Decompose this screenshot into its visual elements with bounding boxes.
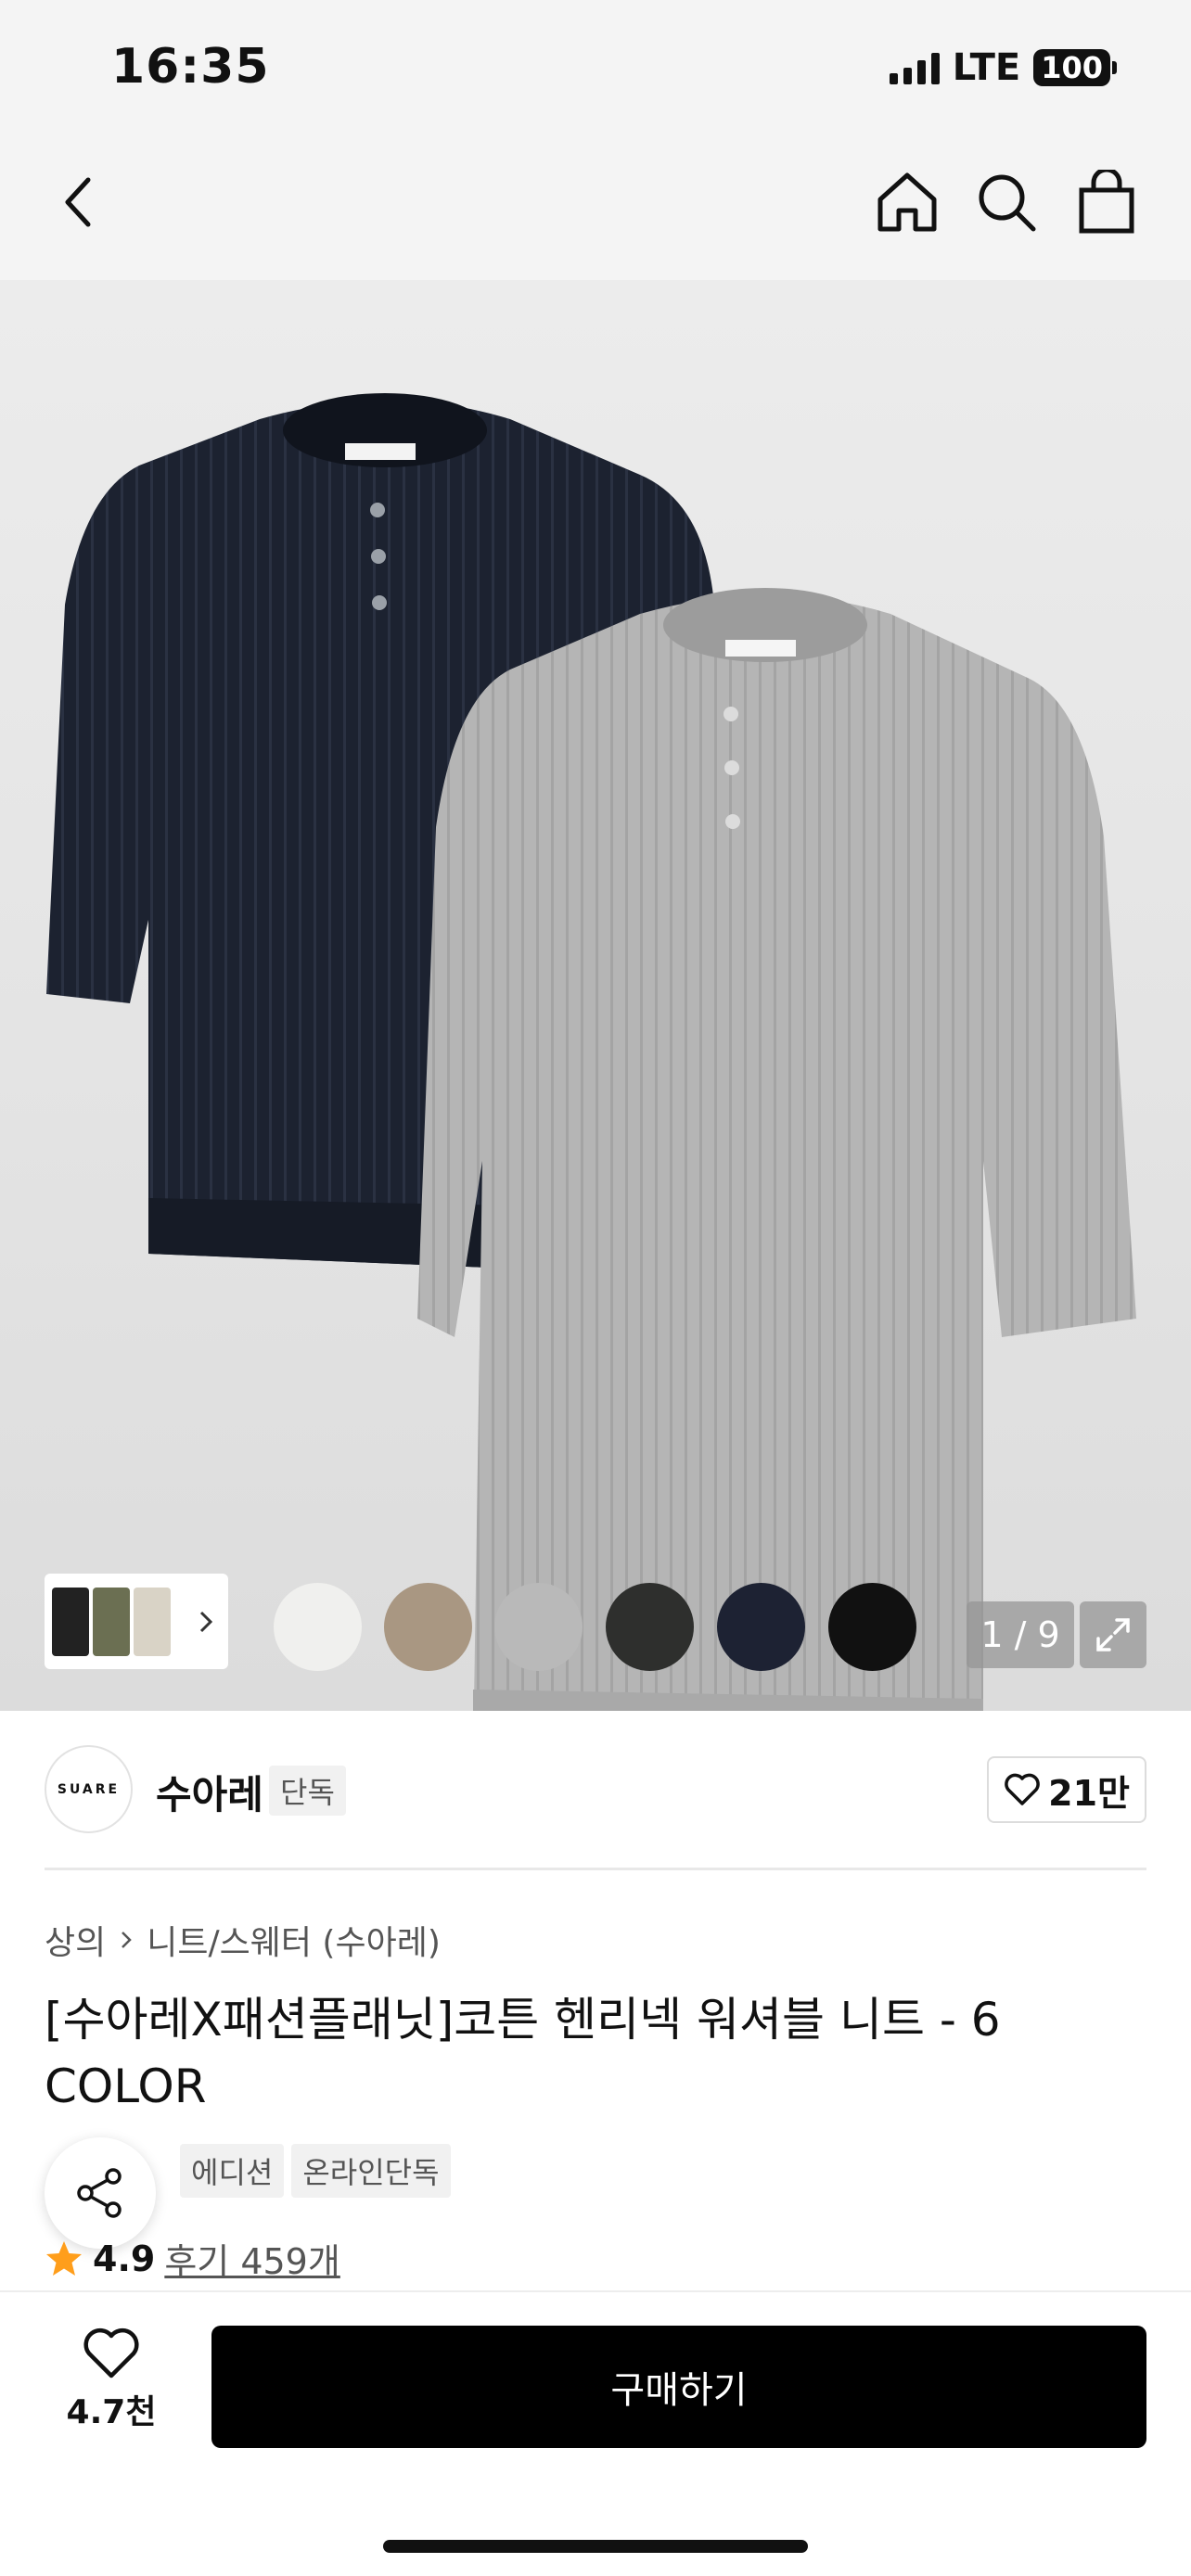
grey-shirt-image — [417, 588, 1136, 1711]
heart-icon — [1005, 1773, 1040, 1805]
color-swatch[interactable] — [384, 1583, 472, 1671]
chevron-right-icon — [199, 1611, 213, 1632]
brand-logo[interactable]: SUARE — [45, 1745, 133, 1833]
edition-badge: 에디션 — [180, 2144, 285, 2198]
online-exclusive-badge: 온라인단독 — [291, 2144, 451, 2198]
breadcrumb-root[interactable]: 상의 — [45, 1916, 106, 1964]
color-swatch[interactable] — [828, 1583, 916, 1671]
thumbnail-image — [52, 1587, 89, 1656]
signal-icon — [889, 51, 940, 84]
breadcrumb-category[interactable]: 니트/스웨터 (수아레) — [147, 1916, 441, 1964]
cart-button[interactable] — [1065, 160, 1148, 244]
bottom-action-bar: 4.7천 구매하기 — [0, 2290, 1191, 2576]
wishlist-count: 4.7천 — [66, 2393, 157, 2431]
chevron-right-icon — [122, 1932, 133, 1948]
shopping-bag-icon — [1079, 170, 1134, 234]
status-time: 16:35 — [111, 39, 270, 95]
back-icon — [65, 177, 91, 227]
brand-name[interactable]: 수아레 — [156, 1764, 263, 1820]
thumbnail-image — [93, 1587, 130, 1656]
thumbnail-image — [134, 1587, 171, 1656]
product-title: [수아레X패션플래닛]코튼 헨리넥 워셔블 니트 - 6 COLOR — [45, 1993, 1001, 2113]
star-icon — [46, 2240, 82, 2276]
back-button[interactable] — [37, 160, 121, 244]
color-swatch[interactable] — [717, 1583, 805, 1671]
home-icon — [877, 172, 937, 232]
brand-row: SUARE 수아레 단독 21만 — [45, 1743, 1146, 1836]
image-page-counter: 1 / 9 — [967, 1601, 1074, 1668]
expand-button[interactable] — [1080, 1601, 1146, 1668]
status-bar: 16:35 LTE 100 — [0, 0, 1191, 134]
expand-icon — [1096, 1618, 1130, 1651]
network-label: LTE — [952, 46, 1021, 89]
home-indicator — [383, 2540, 808, 2553]
color-swatch[interactable] — [274, 1583, 362, 1671]
search-button[interactable] — [965, 160, 1048, 244]
breadcrumb: 상의 니트/스웨터 (수아레) — [45, 1916, 441, 1964]
rating-value: 4.9 — [93, 2238, 156, 2279]
home-button[interactable] — [865, 160, 949, 244]
thumbnail-strip[interactable] — [45, 1574, 228, 1669]
product-image-gallery[interactable]: 1 / 9 — [0, 280, 1191, 1711]
battery-icon: 100 — [1033, 49, 1117, 86]
nav-bar — [0, 134, 1191, 280]
brand-like-button[interactable]: 21만 — [987, 1756, 1146, 1823]
buy-button[interactable]: 구매하기 — [211, 2326, 1146, 2448]
brand-exclusive-tag: 단독 — [269, 1766, 346, 1816]
status-indicators: LTE 100 — [889, 46, 1117, 89]
battery-level: 100 — [1033, 49, 1110, 86]
heart-icon — [83, 2327, 139, 2378]
brand-like-count: 21만 — [1048, 1772, 1130, 1814]
search-icon — [979, 174, 1036, 232]
review-link[interactable]: 후기 459개 — [164, 2233, 340, 2284]
wishlist-button[interactable]: 4.7천 — [37, 2327, 186, 2457]
color-swatch[interactable] — [494, 1583, 583, 1671]
divider — [45, 1868, 1146, 1870]
rating-row: 4.9 후기 459개 — [45, 2233, 340, 2284]
color-swatch[interactable] — [606, 1583, 694, 1671]
share-icon — [77, 2168, 122, 2218]
share-button[interactable] — [45, 2137, 156, 2249]
